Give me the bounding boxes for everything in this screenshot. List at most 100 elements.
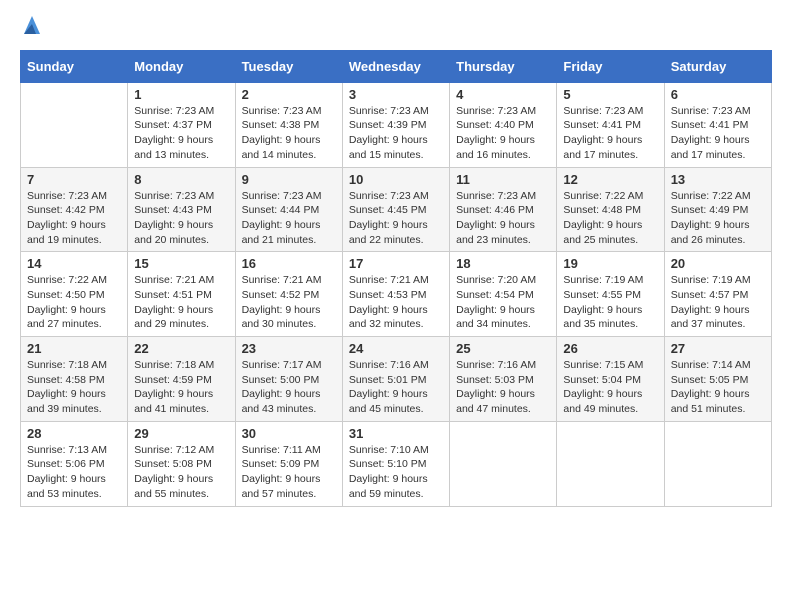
calendar-body: 1Sunrise: 7:23 AMSunset: 4:37 PMDaylight… — [21, 82, 772, 506]
day-cell: 27 Sunrise: 7:14 AMSunset: 5:05 PMDayligh… — [664, 337, 771, 422]
day-cell — [664, 421, 771, 506]
day-info: Sunrise: 7:14 AMSunset: 5:05 PMDaylight:… — [671, 358, 765, 417]
day-cell: 17 Sunrise: 7:21 AMSunset: 4:53 PMDayligh… — [342, 252, 449, 337]
day-cell — [450, 421, 557, 506]
day-cell: 11 Sunrise: 7:23 AMSunset: 4:46 PMDayligh… — [450, 167, 557, 252]
logo-icon — [22, 14, 42, 38]
day-number: 28 — [27, 426, 121, 441]
day-number: 2 — [242, 87, 336, 102]
day-cell: 2 Sunrise: 7:23 AMSunset: 4:38 PMDaylight… — [235, 82, 342, 167]
day-cell: 31 Sunrise: 7:10 AMSunset: 5:10 PMDayligh… — [342, 421, 449, 506]
day-info: Sunrise: 7:23 AMSunset: 4:38 PMDaylight:… — [242, 104, 336, 163]
day-info: Sunrise: 7:21 AMSunset: 4:51 PMDaylight:… — [134, 273, 228, 332]
day-number: 20 — [671, 256, 765, 271]
week-row-1: 1Sunrise: 7:23 AMSunset: 4:37 PMDaylight… — [21, 82, 772, 167]
day-cell: 21 Sunrise: 7:18 AMSunset: 4:58 PMDayligh… — [21, 337, 128, 422]
day-cell: 10 Sunrise: 7:23 AMSunset: 4:45 PMDayligh… — [342, 167, 449, 252]
day-info: Sunrise: 7:21 AMSunset: 4:52 PMDaylight:… — [242, 273, 336, 332]
day-cell: 20 Sunrise: 7:19 AMSunset: 4:57 PMDayligh… — [664, 252, 771, 337]
logo-text — [20, 20, 42, 40]
day-cell: 9Sunrise: 7:23 AMSunset: 4:44 PMDaylight… — [235, 167, 342, 252]
day-info: Sunrise: 7:21 AMSunset: 4:53 PMDaylight:… — [349, 273, 443, 332]
day-number: 5 — [563, 87, 657, 102]
day-info: Sunrise: 7:23 AMSunset: 4:43 PMDaylight:… — [134, 189, 228, 248]
day-number: 19 — [563, 256, 657, 271]
day-number: 21 — [27, 341, 121, 356]
day-info: Sunrise: 7:17 AMSunset: 5:00 PMDaylight:… — [242, 358, 336, 417]
day-number: 10 — [349, 172, 443, 187]
column-header-tuesday: Tuesday — [235, 50, 342, 82]
day-info: Sunrise: 7:22 AMSunset: 4:48 PMDaylight:… — [563, 189, 657, 248]
day-info: Sunrise: 7:19 AMSunset: 4:55 PMDaylight:… — [563, 273, 657, 332]
day-info: Sunrise: 7:11 AMSunset: 5:09 PMDaylight:… — [242, 443, 336, 502]
day-cell: 26 Sunrise: 7:15 AMSunset: 5:04 PMDayligh… — [557, 337, 664, 422]
day-number: 31 — [349, 426, 443, 441]
day-info: Sunrise: 7:23 AMSunset: 4:39 PMDaylight:… — [349, 104, 443, 163]
day-cell: 19 Sunrise: 7:19 AMSunset: 4:55 PMDayligh… — [557, 252, 664, 337]
day-cell: 8 Sunrise: 7:23 AMSunset: 4:43 PMDaylight… — [128, 167, 235, 252]
day-number: 17 — [349, 256, 443, 271]
day-info: Sunrise: 7:23 AMSunset: 4:40 PMDaylight:… — [456, 104, 550, 163]
week-row-5: 28 Sunrise: 7:13 AMSunset: 5:06 PMDayligh… — [21, 421, 772, 506]
column-header-wednesday: Wednesday — [342, 50, 449, 82]
column-header-sunday: Sunday — [21, 50, 128, 82]
day-cell: 14 Sunrise: 7:22 AMSunset: 4:50 PMDayligh… — [21, 252, 128, 337]
day-cell: 4 Sunrise: 7:23 AMSunset: 4:40 PMDaylight… — [450, 82, 557, 167]
week-row-4: 21 Sunrise: 7:18 AMSunset: 4:58 PMDayligh… — [21, 337, 772, 422]
day-info: Sunrise: 7:13 AMSunset: 5:06 PMDaylight:… — [27, 443, 121, 502]
day-cell: 13Sunrise: 7:22 AMSunset: 4:49 PMDayligh… — [664, 167, 771, 252]
day-info: Sunrise: 7:15 AMSunset: 5:04 PMDaylight:… — [563, 358, 657, 417]
day-info: Sunrise: 7:23 AMSunset: 4:46 PMDaylight:… — [456, 189, 550, 248]
day-cell: 6Sunrise: 7:23 AMSunset: 4:41 PMDaylight… — [664, 82, 771, 167]
day-number: 11 — [456, 172, 550, 187]
day-number: 4 — [456, 87, 550, 102]
day-cell: 24Sunrise: 7:16 AMSunset: 5:01 PMDayligh… — [342, 337, 449, 422]
day-cell: 29Sunrise: 7:12 AMSunset: 5:08 PMDayligh… — [128, 421, 235, 506]
day-info: Sunrise: 7:23 AMSunset: 4:45 PMDaylight:… — [349, 189, 443, 248]
column-header-saturday: Saturday — [664, 50, 771, 82]
day-number: 7 — [27, 172, 121, 187]
column-header-monday: Monday — [128, 50, 235, 82]
header-row: SundayMondayTuesdayWednesdayThursdayFrid… — [21, 50, 772, 82]
day-info: Sunrise: 7:19 AMSunset: 4:57 PMDaylight:… — [671, 273, 765, 332]
logo — [20, 20, 42, 40]
day-number: 14 — [27, 256, 121, 271]
day-info: Sunrise: 7:23 AMSunset: 4:44 PMDaylight:… — [242, 189, 336, 248]
day-cell: 3 Sunrise: 7:23 AMSunset: 4:39 PMDaylight… — [342, 82, 449, 167]
day-cell: 18Sunrise: 7:20 AMSunset: 4:54 PMDayligh… — [450, 252, 557, 337]
day-info: Sunrise: 7:18 AMSunset: 4:58 PMDaylight:… — [27, 358, 121, 417]
day-info: Sunrise: 7:10 AMSunset: 5:10 PMDaylight:… — [349, 443, 443, 502]
week-row-2: 7 Sunrise: 7:23 AMSunset: 4:42 PMDaylight… — [21, 167, 772, 252]
column-header-thursday: Thursday — [450, 50, 557, 82]
day-info: Sunrise: 7:22 AMSunset: 4:50 PMDaylight:… — [27, 273, 121, 332]
day-number: 26 — [563, 341, 657, 356]
week-row-3: 14 Sunrise: 7:22 AMSunset: 4:50 PMDayligh… — [21, 252, 772, 337]
day-info: Sunrise: 7:16 AMSunset: 5:01 PMDaylight:… — [349, 358, 443, 417]
day-number: 29 — [134, 426, 228, 441]
day-cell — [21, 82, 128, 167]
day-info: Sunrise: 7:23 AMSunset: 4:41 PMDaylight:… — [671, 104, 765, 163]
day-number: 3 — [349, 87, 443, 102]
day-number: 25 — [456, 341, 550, 356]
day-info: Sunrise: 7:23 AMSunset: 4:42 PMDaylight:… — [27, 189, 121, 248]
day-cell: 15 Sunrise: 7:21 AMSunset: 4:51 PMDayligh… — [128, 252, 235, 337]
day-info: Sunrise: 7:16 AMSunset: 5:03 PMDaylight:… — [456, 358, 550, 417]
day-number: 30 — [242, 426, 336, 441]
day-number: 1 — [134, 87, 228, 102]
day-cell: 23 Sunrise: 7:17 AMSunset: 5:00 PMDayligh… — [235, 337, 342, 422]
page-header — [20, 20, 772, 40]
day-cell: 12Sunrise: 7:22 AMSunset: 4:48 PMDayligh… — [557, 167, 664, 252]
day-cell: 28 Sunrise: 7:13 AMSunset: 5:06 PMDayligh… — [21, 421, 128, 506]
day-info: Sunrise: 7:22 AMSunset: 4:49 PMDaylight:… — [671, 189, 765, 248]
day-info: Sunrise: 7:23 AMSunset: 4:41 PMDaylight:… — [563, 104, 657, 163]
day-cell: 25 Sunrise: 7:16 AMSunset: 5:03 PMDayligh… — [450, 337, 557, 422]
day-cell: 16 Sunrise: 7:21 AMSunset: 4:52 PMDayligh… — [235, 252, 342, 337]
day-number: 16 — [242, 256, 336, 271]
day-number: 8 — [134, 172, 228, 187]
day-number: 27 — [671, 341, 765, 356]
day-cell: 5 Sunrise: 7:23 AMSunset: 4:41 PMDaylight… — [557, 82, 664, 167]
day-number: 15 — [134, 256, 228, 271]
day-number: 18 — [456, 256, 550, 271]
day-number: 23 — [242, 341, 336, 356]
calendar-header: SundayMondayTuesdayWednesdayThursdayFrid… — [21, 50, 772, 82]
